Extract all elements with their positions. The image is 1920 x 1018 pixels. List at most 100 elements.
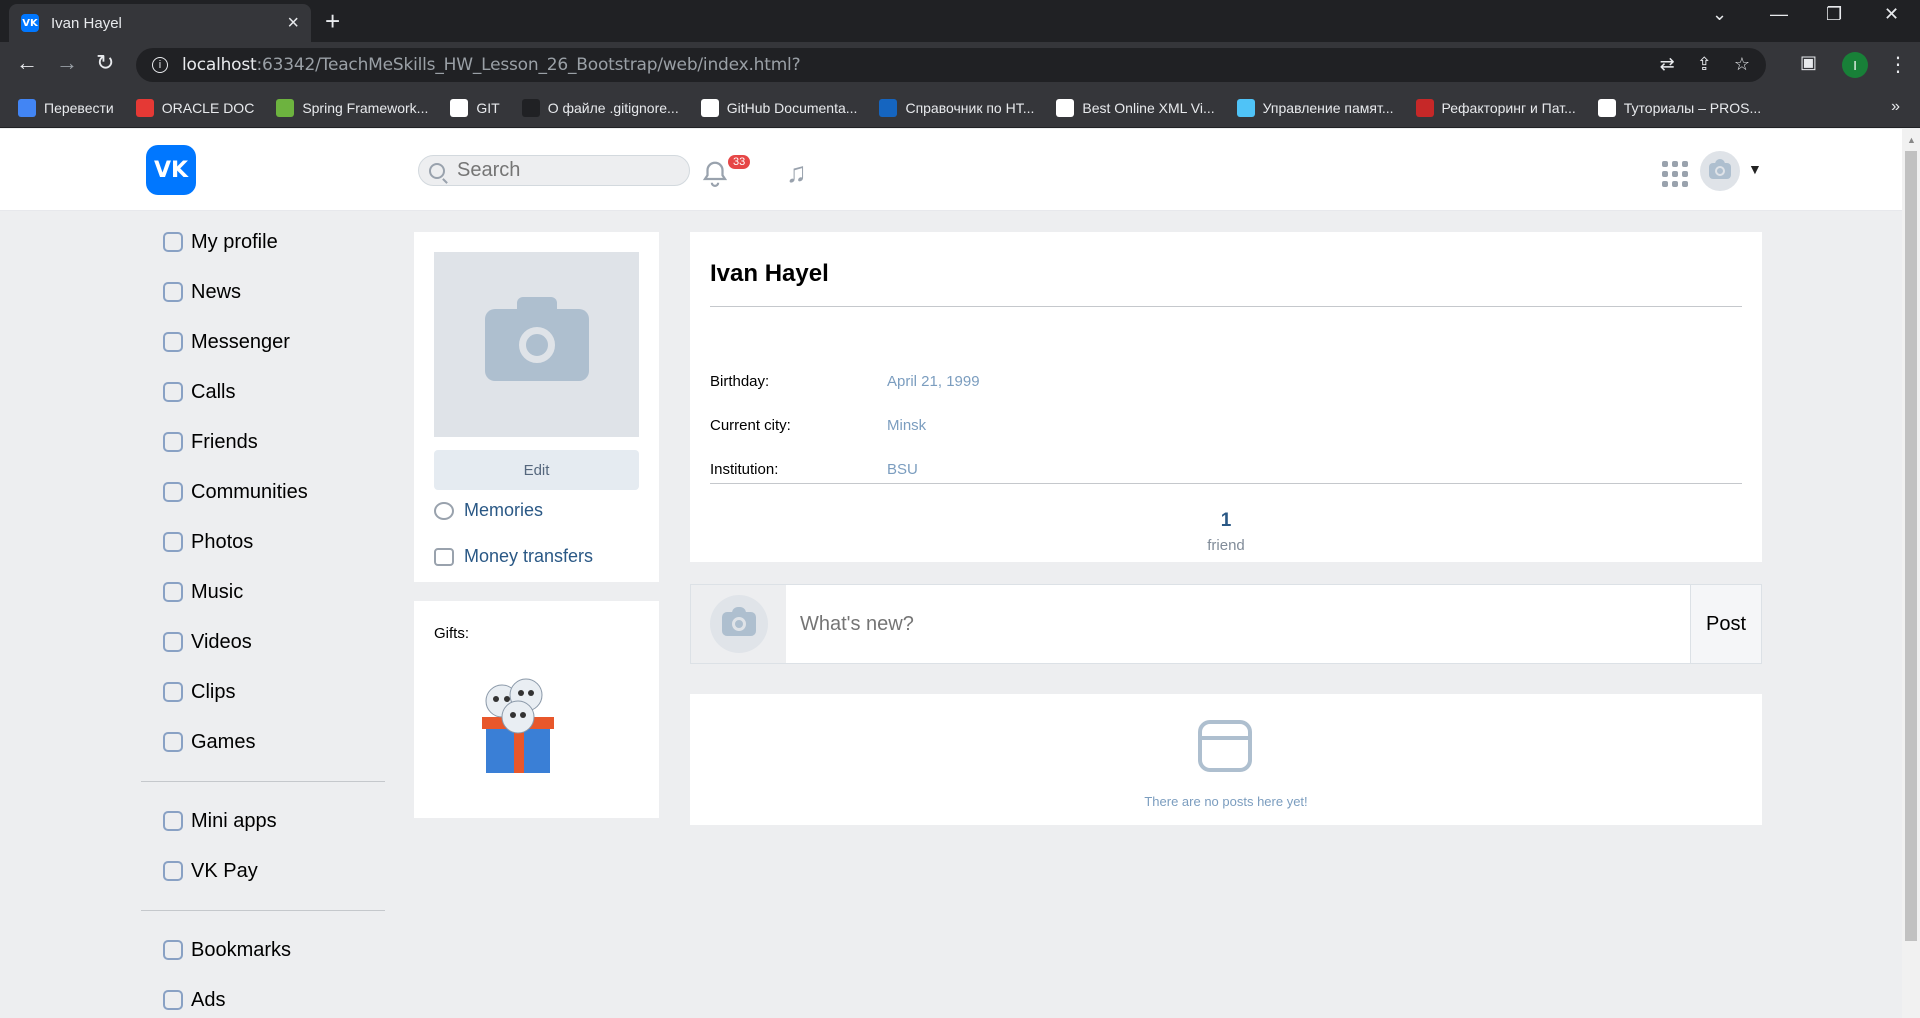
- menu-item-vk-pay[interactable]: VK Pay: [160, 846, 400, 896]
- menu-item-communities[interactable]: Communities: [160, 467, 400, 517]
- edit-profile-button[interactable]: Edit: [434, 450, 639, 490]
- menu-item-bookmarks[interactable]: Bookmarks: [160, 925, 400, 975]
- city-value[interactable]: Minsk: [887, 417, 926, 434]
- bookmark-label: Управление памят...: [1262, 99, 1394, 116]
- omnibox-icons: ⇄ ⇪ ☆: [1660, 54, 1750, 75]
- menu-item-label: Clips: [191, 680, 236, 703]
- restore-icon[interactable]: ❐: [1826, 4, 1842, 25]
- bookmark-item[interactable]: ORACLE DOC: [135, 98, 255, 117]
- scroll-up-icon[interactable]: ▲: [1907, 135, 1916, 145]
- bookmark-star-icon[interactable]: ☆: [1734, 54, 1750, 75]
- friends-count[interactable]: 1: [690, 510, 1762, 532]
- birthday-value[interactable]: April 21, 1999: [887, 373, 980, 390]
- scrollbar-thumb[interactable]: [1905, 151, 1917, 941]
- profile-info-card: Ivan Hayel Birthday: April 21, 1999 Curre…: [690, 232, 1762, 562]
- bookmark-item[interactable]: Туториалы – PROS...: [1597, 98, 1761, 117]
- menu-item-videos[interactable]: Videos: [160, 617, 400, 667]
- bookmark-item[interactable]: GIT: [450, 98, 500, 117]
- bookmark-item[interactable]: О файле .gitignore...: [521, 98, 679, 117]
- photos-icon: [163, 532, 183, 552]
- notifications-bell-icon[interactable]: [700, 159, 730, 189]
- menu-item-label: Games: [191, 730, 256, 753]
- menu-item-calls[interactable]: Calls: [160, 367, 400, 417]
- page-scrollbar[interactable]: ▲: [1902, 129, 1920, 1018]
- my-profile-icon: [163, 232, 183, 252]
- bookmark-favicon-icon: [450, 98, 469, 117]
- whats-new-input[interactable]: [786, 585, 1690, 663]
- bookmark-favicon-icon: [1597, 98, 1616, 117]
- share-icon[interactable]: ⇪: [1697, 54, 1712, 75]
- institution-value[interactable]: BSU: [887, 461, 918, 478]
- chevron-down-icon[interactable]: ▼: [1748, 161, 1762, 177]
- gifts-card: Gifts:: [414, 601, 659, 818]
- gifts-label: Gifts:: [434, 625, 470, 642]
- bookmark-item[interactable]: Best Online XML Vi...: [1056, 98, 1215, 117]
- camera-icon: [1709, 159, 1731, 179]
- bookmark-item[interactable]: GitHub Documenta...: [700, 98, 858, 117]
- friends-icon: [163, 432, 183, 452]
- bookmark-favicon-icon: [1056, 98, 1075, 117]
- vk-logo[interactable]: VK: [146, 145, 196, 195]
- back-icon[interactable]: ←: [16, 50, 38, 76]
- menu-item-photos[interactable]: Photos: [160, 517, 400, 567]
- menu-item-music[interactable]: Music: [160, 567, 400, 617]
- search-box[interactable]: [418, 155, 690, 186]
- bookmark-favicon-icon: [135, 98, 154, 117]
- bookmark-favicon-icon: [1415, 98, 1434, 117]
- header-avatar[interactable]: [1700, 151, 1740, 191]
- forward-icon[interactable]: →: [56, 50, 78, 76]
- close-tab-icon[interactable]: ×: [287, 12, 299, 35]
- menu-item-messenger[interactable]: Messenger: [160, 317, 400, 367]
- side-panel-icon[interactable]: ▣: [1800, 52, 1817, 73]
- menu-item-news[interactable]: News: [160, 267, 400, 317]
- menu-item-ads[interactable]: Ads: [160, 975, 400, 1018]
- post-button[interactable]: Post: [1690, 585, 1761, 663]
- minimize-icon[interactable]: —: [1770, 4, 1788, 25]
- new-tab-icon[interactable]: +: [325, 6, 340, 37]
- bookmark-label: Перевести: [44, 99, 114, 116]
- profile-photo-placeholder[interactable]: [434, 252, 639, 437]
- money-transfers-link[interactable]: Money transfers: [434, 546, 593, 567]
- camera-icon: [721, 607, 756, 636]
- browser-menu-icon[interactable]: ⋮: [1888, 52, 1908, 77]
- search-input[interactable]: [457, 159, 677, 182]
- gift-image[interactable]: [468, 667, 568, 777]
- site-info-icon[interactable]: i: [152, 57, 168, 73]
- menu-item-mini-apps[interactable]: Mini apps: [160, 796, 400, 846]
- profile-name: Ivan Hayel: [710, 260, 829, 287]
- bookmark-item[interactable]: Перевести: [18, 98, 114, 117]
- menu-item-my-profile[interactable]: My profile: [160, 217, 400, 267]
- tab-search-icon[interactable]: ⌄: [1712, 4, 1727, 25]
- bookmark-item[interactable]: Рефакторинг и Пат...: [1415, 98, 1576, 117]
- menu-item-clips[interactable]: Clips: [160, 667, 400, 717]
- bookmark-label: GitHub Documenta...: [726, 99, 858, 116]
- menu-item-friends[interactable]: Friends: [160, 417, 400, 467]
- bookmark-item[interactable]: Справочник по HT...: [879, 98, 1034, 117]
- menu-item-label: Ads: [191, 988, 226, 1011]
- menu-item-label: Communities: [191, 480, 308, 503]
- bookmark-item[interactable]: Spring Framework...: [276, 98, 428, 117]
- friends-label[interactable]: friend: [690, 537, 1762, 554]
- translate-icon[interactable]: ⇄: [1660, 54, 1675, 75]
- url-text[interactable]: localhost:63342/TeachMeSkills_HW_Lesson_…: [182, 55, 801, 75]
- bookmarks-more-icon[interactable]: »: [1891, 98, 1900, 116]
- bookmark-label: ORACLE DOC: [161, 99, 255, 116]
- menu-item-games[interactable]: Games: [160, 717, 400, 767]
- address-bar[interactable]: i localhost:63342/TeachMeSkills_HW_Lesso…: [136, 48, 1766, 82]
- bookmark-item[interactable]: Управление памят...: [1236, 98, 1394, 117]
- vk-favicon-icon: VK: [21, 14, 39, 32]
- browser-tab[interactable]: VK Ivan Hayel ×: [9, 4, 311, 42]
- notifications-badge: 33: [728, 155, 751, 169]
- browser-profile-avatar[interactable]: I: [1842, 52, 1868, 78]
- reload-icon[interactable]: ↻: [96, 50, 114, 76]
- menu-item-label: Photos: [191, 530, 254, 553]
- apps-grid-icon[interactable]: [1662, 161, 1688, 187]
- close-window-icon[interactable]: ✕: [1884, 4, 1899, 25]
- empty-posts-icon: [1198, 720, 1252, 772]
- music-icon[interactable]: ♫: [786, 157, 807, 189]
- news-icon: [163, 282, 183, 302]
- bookmark-favicon-icon: [18, 98, 36, 117]
- menu-item-label: Mini apps: [191, 809, 277, 832]
- bookmark-label: О файле .gitignore...: [547, 99, 679, 116]
- memories-link[interactable]: Memories: [434, 500, 543, 521]
